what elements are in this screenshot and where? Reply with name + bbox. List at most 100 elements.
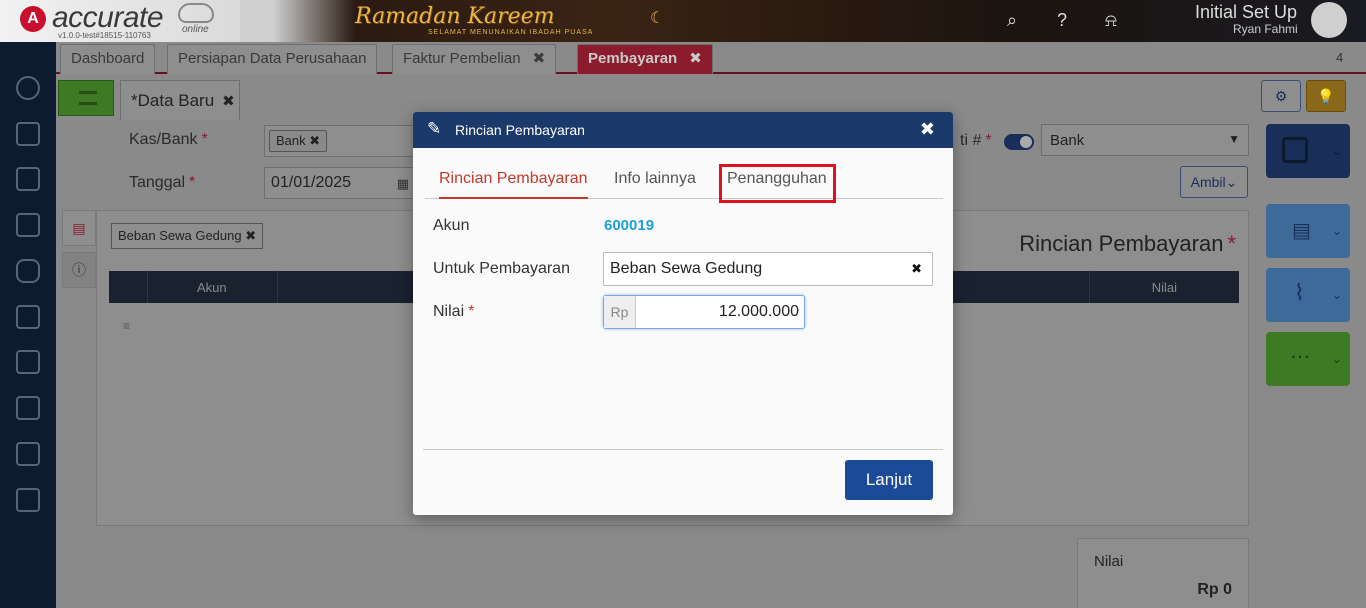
akun-label: Akun	[433, 217, 470, 234]
total-box: Nilai Rp 0	[1077, 538, 1249, 608]
panel-title: Rincian Pembayaran *	[1019, 231, 1236, 256]
column-akun: Akun	[197, 280, 227, 295]
report-icon[interactable]	[16, 488, 40, 512]
tab-faktur-pembelian[interactable]: Faktur Pembelian ✖	[392, 44, 557, 74]
chevron-down-icon: ⌄	[1331, 352, 1342, 366]
logo-text: accurate	[52, 1, 164, 34]
user-title[interactable]: Initial Set Up	[1195, 2, 1297, 23]
rincian-pembayaran-modal: ✎ Rincian Pembayaran ✖ Rincian Pembayara…	[413, 112, 953, 515]
ramadan-banner: Ramadan Kareem	[355, 4, 555, 29]
info-tab-icon[interactable]: ⓘ	[62, 252, 96, 288]
user-name: Ryan Fahmi	[1233, 22, 1298, 36]
total-value: Rp 0	[1197, 581, 1232, 598]
left-sidebar	[0, 42, 56, 608]
factory-icon[interactable]	[16, 396, 40, 420]
building-icon[interactable]	[16, 122, 40, 146]
untuk-pembayaran-input[interactable]: Beban Sewa Gedung ✖	[603, 252, 933, 286]
list-icon	[79, 91, 97, 105]
money-bag-icon[interactable]	[16, 259, 40, 283]
modal-tabs: Rincian Pembayaran Info lainnya Penanggu…	[425, 162, 943, 199]
bukti-type-select[interactable]: Bank ▼	[1041, 124, 1249, 156]
save-icon	[1282, 137, 1308, 163]
untuk-pembayaran-label: Untuk Pembayaran	[433, 260, 570, 277]
row-menu-icon[interactable]: ≡	[123, 319, 130, 333]
settings-icon[interactable]	[16, 76, 40, 100]
tab-label: Persiapan Data Perusahaan	[178, 50, 367, 67]
kas-bank-label: Kas/Bank *	[129, 131, 208, 148]
highlight-box	[719, 164, 836, 203]
kas-bank-chip: Bank ✖	[269, 130, 328, 152]
bell-icon[interactable]: ⍾	[1100, 9, 1122, 31]
avatar[interactable]	[1311, 2, 1347, 38]
help-icon[interactable]: ?	[1051, 9, 1073, 31]
currency-prefix: Rp	[604, 296, 636, 328]
accurate-logo-icon: A	[20, 6, 46, 32]
gear-icon: ⚙	[1274, 88, 1288, 104]
close-icon[interactable]: ✖	[920, 119, 935, 140]
tab-count[interactable]: 4	[1336, 50, 1343, 65]
tab-rincian-pembayaran[interactable]: Rincian Pembayaran	[439, 170, 588, 199]
print-button[interactable]: ▤ ⌄	[1266, 204, 1350, 258]
nilai-input[interactable]: Rp 12.000.000	[603, 295, 805, 329]
bulb-icon: 💡	[1317, 88, 1335, 104]
tanggal-input[interactable]: 01/01/2025 ▦	[264, 167, 414, 199]
nilai-value: 12.000.000	[718, 303, 799, 320]
close-icon[interactable]: ✖	[222, 93, 235, 110]
tanggal-label: Tanggal *	[129, 174, 196, 191]
modal-header: ✎ Rincian Pembayaran ✖	[413, 112, 953, 148]
gear-button[interactable]: ⚙	[1261, 80, 1301, 112]
search-chip[interactable]: Beban Sewa Gedung ✖	[111, 223, 264, 249]
tab-persiapan-data[interactable]: Persiapan Data Perusahaan	[167, 44, 378, 74]
save-button[interactable]: ⌄	[1266, 124, 1350, 178]
tips-button[interactable]: 💡	[1306, 80, 1346, 112]
tab-label: Dashboard	[71, 50, 145, 67]
detail-tab-icon[interactable]: ▤	[62, 210, 96, 246]
doc-tab-label: *Data Baru	[131, 91, 215, 110]
tax-icon[interactable]	[16, 442, 40, 466]
cloud-icon	[178, 3, 214, 23]
calendar-icon[interactable]: ▦	[397, 176, 409, 192]
list-view-button[interactable]	[58, 80, 114, 116]
tab-dashboard[interactable]: Dashboard	[60, 44, 156, 74]
tab-bar: Dashboard Persiapan Data Perusahaan Fakt…	[56, 42, 1366, 74]
divider	[423, 449, 943, 450]
close-icon[interactable]: ✖	[689, 50, 702, 67]
close-icon[interactable]: ✖	[309, 133, 320, 148]
attachment-button[interactable]: ⌇ ⌄	[1266, 268, 1350, 322]
ambil-button[interactable]: Ambil⌄	[1180, 166, 1248, 198]
search-icon[interactable]: ⌕	[1001, 9, 1023, 31]
cart-icon[interactable]	[16, 305, 40, 329]
paperclip-icon: ⌇	[1294, 280, 1305, 305]
doc-tab-data-baru[interactable]: *Data Baru ✖	[120, 80, 240, 120]
tab-info-lainnya[interactable]: Info lainnya	[614, 170, 696, 197]
total-label: Nilai	[1094, 553, 1124, 570]
lanjut-button[interactable]: Lanjut	[845, 460, 933, 500]
ramadan-banner-sub: SELAMAT MENUNAIKAN IBADAH PUASA	[428, 29, 594, 36]
chevron-down-icon: ⌄	[1331, 224, 1342, 238]
tab-label: Faktur Pembelian	[403, 50, 521, 67]
tab-pembayaran[interactable]: Pembayaran ✖	[577, 44, 713, 74]
moon-icon: ☾	[650, 10, 665, 27]
more-icon: ⋯	[1290, 346, 1310, 368]
book-icon[interactable]	[16, 167, 40, 191]
tab-label: Pembayaran	[588, 50, 678, 67]
chevron-down-icon: ⌄	[1331, 144, 1342, 158]
chevron-down-icon: ⌄	[1331, 288, 1342, 302]
document-icon: ▤	[1292, 220, 1311, 242]
akun-value[interactable]: 600019	[604, 217, 654, 234]
shop-icon[interactable]	[16, 350, 40, 374]
auto-number-toggle[interactable]	[1004, 134, 1034, 150]
top-header: A accurate online v1.0.0-test#18515-1107…	[0, 0, 1366, 42]
logo-sub: online	[182, 24, 209, 35]
more-button[interactable]: ⋯ ⌄	[1266, 332, 1350, 386]
version-text: v1.0.0-test#18515-110763	[58, 31, 151, 40]
kas-bank-input[interactable]: Bank ✖	[264, 125, 424, 157]
nilai-label: Nilai *	[433, 303, 475, 320]
bank-icon[interactable]	[16, 213, 40, 237]
modal-title: Rincian Pembayaran	[455, 122, 585, 138]
logo-area[interactable]: A accurate online v1.0.0-test#18515-1107…	[0, 0, 240, 42]
close-icon[interactable]: ✖	[533, 50, 546, 67]
pencil-icon: ✎	[427, 119, 442, 138]
close-icon[interactable]: ✖	[245, 228, 256, 243]
clear-icon[interactable]: ✖	[911, 261, 922, 277]
